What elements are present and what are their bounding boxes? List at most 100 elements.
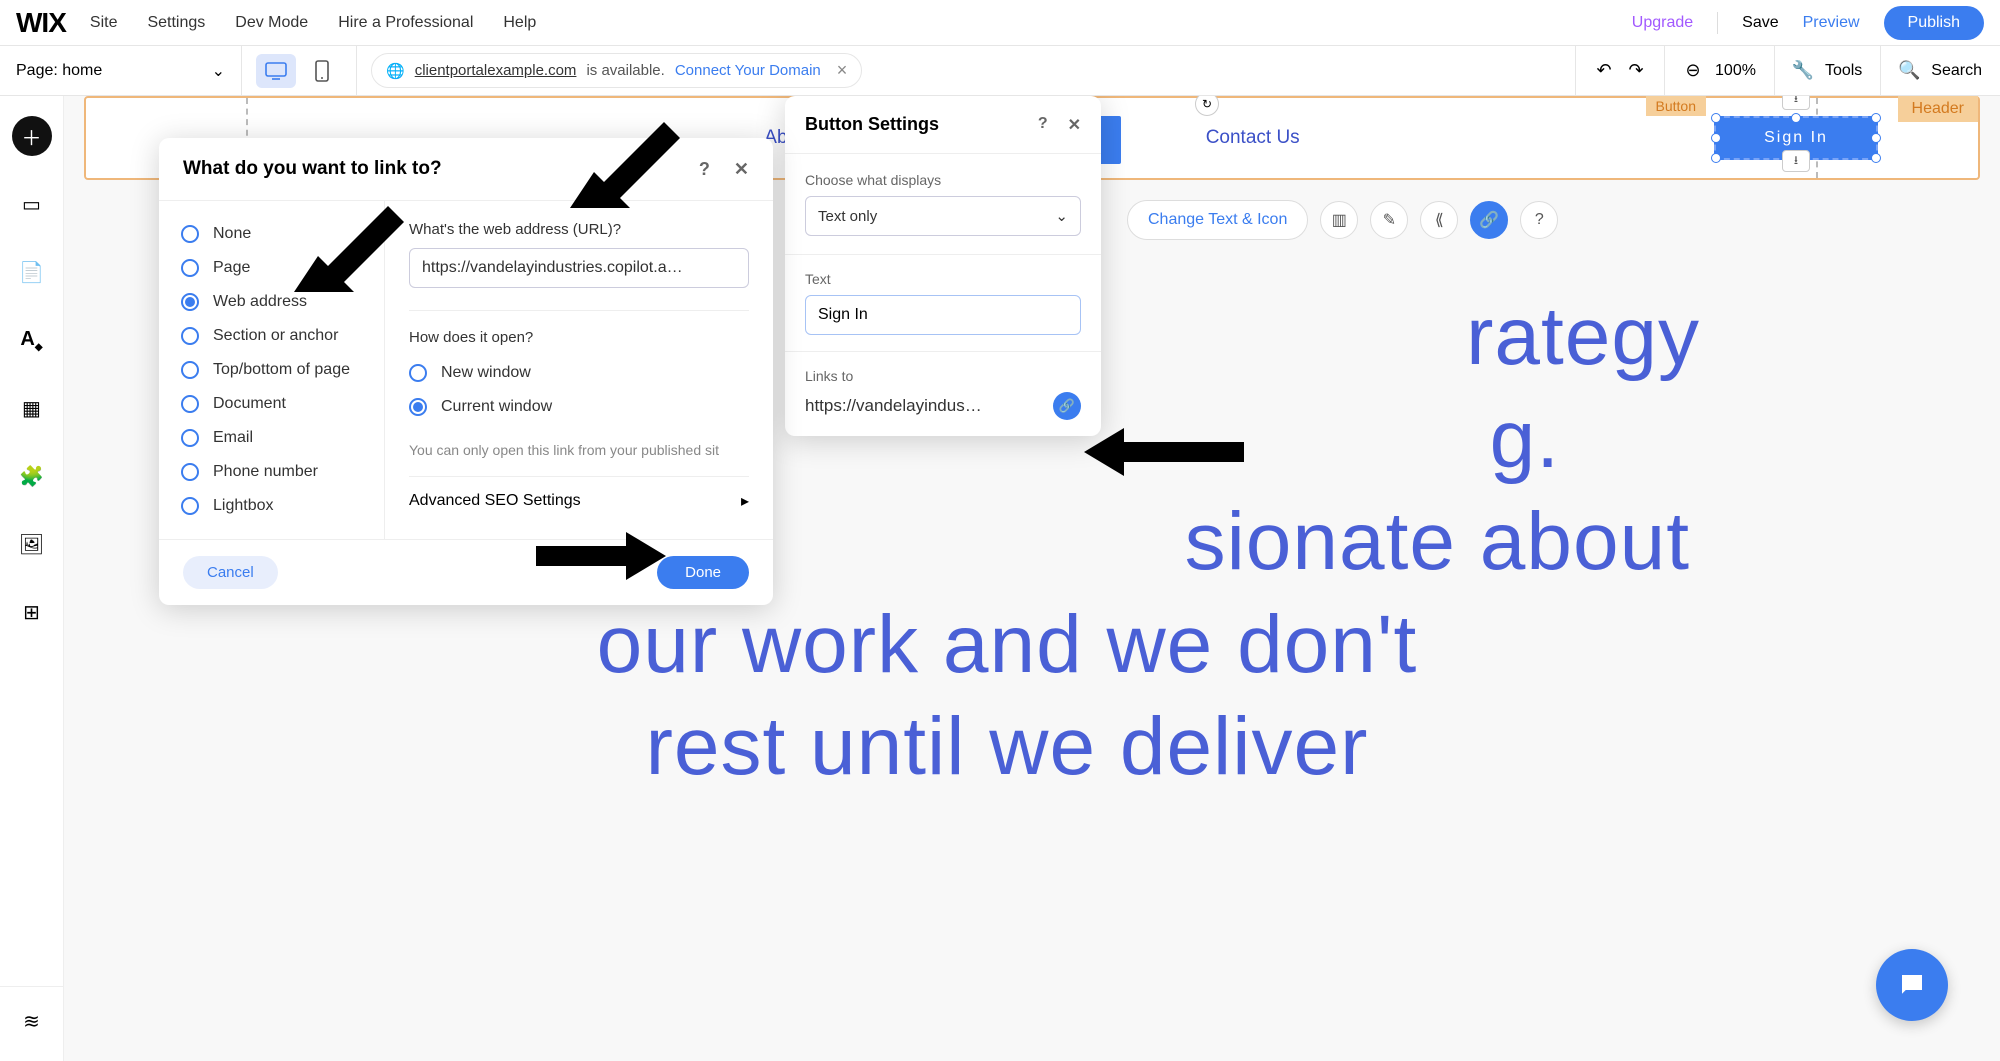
open-current-window[interactable]: Current window: [409, 390, 749, 424]
tools-group[interactable]: 🔧 Tools: [1774, 46, 1880, 96]
link-option-document[interactable]: Document: [159, 387, 384, 421]
search-icon: 🔍: [1899, 61, 1919, 81]
preview-link[interactable]: Preview: [1803, 14, 1860, 32]
select-value: Text only: [818, 208, 877, 225]
button-text-input[interactable]: [805, 295, 1081, 335]
link-option-none[interactable]: None: [159, 217, 384, 251]
add-button[interactable]: ＋: [12, 116, 52, 156]
media-icon[interactable]: 🖼: [12, 524, 52, 564]
link-to-panel: What do you want to link to? ? ✕ None Pa…: [159, 138, 773, 605]
link-icon[interactable]: 🔗: [1470, 201, 1508, 239]
signin-label: Sign In: [1764, 129, 1828, 147]
button-settings-panel: Button Settings ? ✕ Choose what displays…: [785, 96, 1101, 436]
chevron-right-icon: ▸: [741, 491, 749, 511]
layout-icon[interactable]: ▥: [1320, 201, 1358, 239]
chevron-down-icon: ⌄: [1055, 207, 1068, 225]
done-button[interactable]: Done: [657, 556, 749, 589]
page-selector[interactable]: Page: home ⌄: [0, 46, 242, 96]
drag-handle-icon[interactable]: ⭳: [1782, 96, 1810, 110]
globe-icon: 🌐: [386, 62, 405, 80]
redo-icon[interactable]: ↷: [1626, 61, 1646, 81]
page-label: Page: home: [16, 62, 102, 80]
panel-title: Button Settings: [805, 114, 939, 135]
publish-button[interactable]: Publish: [1884, 6, 1984, 40]
wix-logo: WIX: [16, 7, 66, 39]
change-text-icon-button[interactable]: Change Text & Icon: [1127, 200, 1308, 240]
close-icon[interactable]: ✕: [734, 159, 749, 180]
menubar: WIX Site Settings Dev Mode Hire a Profes…: [0, 0, 2000, 46]
apps-icon[interactable]: ▦: [12, 388, 52, 428]
link-type-list: None Page Web address Section or anchor …: [159, 201, 385, 539]
wrench-icon: 🔧: [1793, 61, 1813, 81]
menu-site[interactable]: Site: [90, 14, 118, 32]
domain-bar: 🌐 clientportalexample.com is available. …: [357, 53, 1575, 88]
choose-displays-select[interactable]: Text only ⌄: [805, 196, 1081, 236]
nav-contact[interactable]: Contact Us: [1206, 127, 1300, 149]
choose-displays-label: Choose what displays: [805, 172, 1081, 188]
zoom-out-icon: ⊖: [1683, 61, 1703, 81]
cancel-button[interactable]: Cancel: [183, 556, 278, 589]
menu-settings[interactable]: Settings: [147, 14, 205, 32]
layers-icon[interactable]: ≋: [12, 1001, 52, 1041]
menu-dev[interactable]: Dev Mode: [235, 14, 308, 32]
zoom-group[interactable]: ⊖ 100%: [1664, 46, 1774, 96]
design-brush-icon[interactable]: ✎: [1370, 201, 1408, 239]
link-option-lightbox[interactable]: Lightbox: [159, 489, 384, 523]
addons-icon[interactable]: 🧩: [12, 456, 52, 496]
domain-name[interactable]: clientportalexample.com: [415, 62, 577, 79]
menu-hire[interactable]: Hire a Professional: [338, 14, 473, 32]
header-tag: Header: [1898, 96, 1978, 122]
url-label: What's the web address (URL)?: [409, 221, 749, 238]
sections-icon[interactable]: ▭: [12, 184, 52, 224]
open-new-window[interactable]: New window: [409, 356, 749, 390]
link-option-phone[interactable]: Phone number: [159, 455, 384, 489]
panel-footer: Cancel Done: [159, 539, 773, 605]
links-to-label: Links to: [805, 368, 1081, 384]
links-to-value: https://vandelayindus…: [805, 396, 1041, 416]
link-icon[interactable]: 🔗: [1053, 392, 1081, 420]
mobile-view-button[interactable]: [302, 54, 342, 88]
history-group: ↶ ↷: [1575, 46, 1664, 96]
chat-fab[interactable]: [1876, 949, 1948, 1021]
menu-help[interactable]: Help: [503, 14, 536, 32]
data-icon[interactable]: ⊞: [12, 592, 52, 632]
url-input[interactable]: [409, 248, 749, 288]
help-icon[interactable]: ?: [699, 159, 710, 180]
link-option-top-bottom[interactable]: Top/bottom of page: [159, 353, 384, 387]
menu-items: Site Settings Dev Mode Hire a Profession…: [90, 14, 536, 32]
button-tag: Button: [1646, 96, 1706, 116]
design-icon[interactable]: A◆: [12, 320, 52, 360]
close-icon[interactable]: ×: [837, 60, 848, 81]
upgrade-link[interactable]: Upgrade: [1632, 14, 1693, 32]
domain-pill: 🌐 clientportalexample.com is available. …: [371, 53, 862, 88]
connect-domain-link[interactable]: Connect Your Domain: [675, 62, 821, 79]
close-icon[interactable]: ✕: [1068, 115, 1081, 135]
search-label: Search: [1931, 62, 1982, 80]
panel-header: Button Settings ? ✕: [785, 96, 1101, 154]
link-option-email[interactable]: Email: [159, 421, 384, 455]
toolbar: Page: home ⌄ 🌐 clientportalexample.com i…: [0, 46, 2000, 96]
divider: [1717, 12, 1718, 34]
domain-available: is available.: [586, 62, 664, 79]
search-group[interactable]: 🔍 Search: [1880, 46, 2000, 96]
chevron-down-icon: ⌄: [212, 61, 225, 81]
advanced-seo-toggle[interactable]: Advanced SEO Settings▸: [409, 476, 749, 511]
link-option-page[interactable]: Page: [159, 251, 384, 285]
drag-handle-icon[interactable]: ⭳: [1782, 150, 1810, 172]
link-details: What's the web address (URL)? How does i…: [385, 201, 773, 539]
refresh-icon[interactable]: ↻: [1195, 96, 1219, 116]
sidebar: ＋ ▭ 📄 A◆ ▦ 🧩 🖼 ⊞ ≋: [0, 96, 64, 1061]
tools-label: Tools: [1825, 62, 1862, 80]
link-option-web-address[interactable]: Web address: [159, 285, 384, 319]
desktop-view-button[interactable]: [256, 54, 296, 88]
animation-icon[interactable]: ⟪: [1420, 201, 1458, 239]
help-icon[interactable]: ?: [1520, 201, 1558, 239]
pages-icon[interactable]: 📄: [12, 252, 52, 292]
save-link[interactable]: Save: [1742, 14, 1778, 32]
undo-icon[interactable]: ↶: [1594, 61, 1614, 81]
link-option-section[interactable]: Section or anchor: [159, 319, 384, 353]
device-toggle: [242, 46, 357, 96]
panel-header: What do you want to link to? ? ✕: [159, 138, 773, 200]
help-icon[interactable]: ?: [1038, 115, 1048, 135]
element-actions: Change Text & Icon ▥ ✎ ⟪ 🔗 ?: [1127, 200, 1558, 240]
